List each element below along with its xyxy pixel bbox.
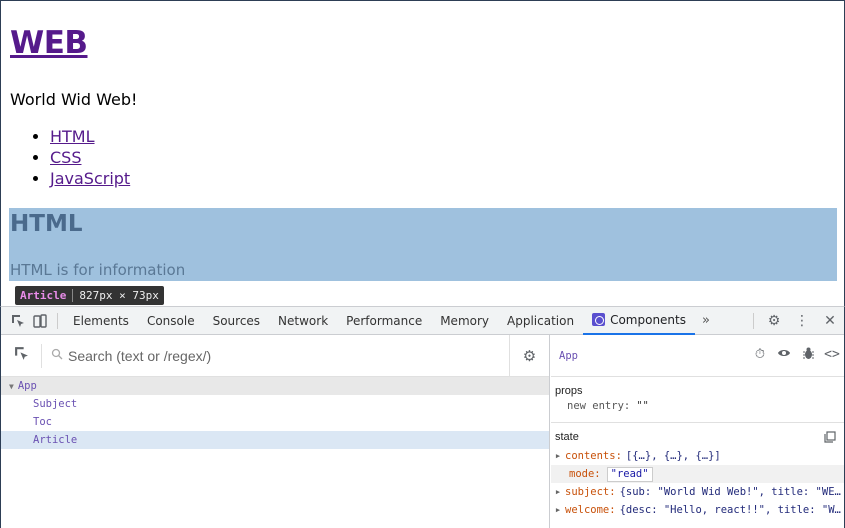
state-value: {desc: "Hello, react!!", title: "W… <box>619 504 841 516</box>
settings-gear-icon[interactable]: ⚙ <box>760 313 788 329</box>
collapse-triangle-icon[interactable]: ▼ <box>9 382 14 391</box>
article-heading: HTML <box>10 211 83 237</box>
article-text: HTML is for information <box>10 261 186 279</box>
search-icon <box>46 348 68 364</box>
inspector-actions: ⏱ <> <box>748 347 844 364</box>
state-row-subject[interactable]: ▶ subject: {sub: "World Wid Web!", title… <box>551 483 844 501</box>
state-key: subject <box>565 486 610 498</box>
prop-key: new entry <box>567 400 624 412</box>
tree-node-label: Article <box>33 434 78 446</box>
state-key: welcome <box>565 504 610 516</box>
toc-link-html[interactable]: HTML <box>50 127 95 146</box>
page-title: WEB <box>10 25 88 61</box>
state-value: {sub: "World Wid Web!", title: "WE… <box>619 486 841 498</box>
prop-value: "" <box>636 400 649 412</box>
search-input[interactable] <box>68 347 488 364</box>
tab-network[interactable]: Network <box>269 307 337 335</box>
tree-searchbar: ⚙ <box>1 335 549 377</box>
state-title: state <box>555 431 579 443</box>
inspector-panel: App ⏱ <> props new entry: "" state ▶ con… <box>551 335 844 528</box>
select-component-icon[interactable] <box>1 346 41 365</box>
state-key: mode <box>569 468 595 480</box>
inspected-component-name: App <box>559 349 578 362</box>
devtools-tabbar: Elements Console Sources Network Perform… <box>1 307 844 335</box>
component-tree: ▼ App Subject Toc Article <box>1 377 549 449</box>
kebab-menu-icon[interactable]: ⋮ <box>788 313 816 329</box>
tab-elements[interactable]: Elements <box>64 307 138 335</box>
component-tree-panel: ⚙ ▼ App Subject Toc Article <box>1 335 550 528</box>
toc-link-css[interactable]: CSS <box>50 148 81 167</box>
tab-components-label: Components <box>610 312 686 327</box>
tagline: World Wid Web! <box>10 90 138 109</box>
devtools-actions: ⚙ ⋮ ✕ <box>747 312 844 329</box>
props-section: props new entry: "" <box>551 377 844 423</box>
tab-application[interactable]: Application <box>498 307 583 335</box>
tree-node-label: Subject <box>33 398 78 410</box>
expand-triangle-icon[interactable]: ▶ <box>551 488 565 496</box>
devtools-panel: Elements Console Sources Network Perform… <box>0 306 845 528</box>
tree-node-article[interactable]: Article <box>1 431 549 449</box>
expand-triangle-icon[interactable]: ▶ <box>551 452 565 460</box>
toolbar-divider <box>57 312 58 329</box>
state-row-contents[interactable]: ▶ contents: [{…}, {…}, {…}] <box>551 447 844 465</box>
toc-link-javascript[interactable]: JavaScript <box>50 169 130 188</box>
search-divider <box>41 343 42 368</box>
props-title: props <box>555 385 583 397</box>
toolbar-divider <box>753 312 754 329</box>
state-section: state ▶ contents: [{…}, {…}, {…}] mode: … <box>551 423 844 519</box>
tab-console[interactable]: Console <box>138 307 204 335</box>
eye-icon[interactable] <box>772 347 796 364</box>
toc-list: HTML CSS JavaScript <box>50 126 130 189</box>
inspect-element-icon[interactable] <box>7 307 29 335</box>
tab-memory[interactable]: Memory <box>431 307 498 335</box>
element-tooltip: Article 827px × 73px <box>15 286 164 305</box>
toc-item: CSS <box>50 147 130 168</box>
state-row-mode[interactable]: mode: "read" <box>551 465 844 483</box>
tab-performance[interactable]: Performance <box>337 307 431 335</box>
stopwatch-icon[interactable]: ⏱ <box>748 347 772 364</box>
state-key: contents <box>565 450 616 462</box>
more-tabs-button[interactable]: » <box>695 313 717 328</box>
tree-node-label: Toc <box>33 416 52 428</box>
bug-icon[interactable] <box>796 347 820 364</box>
react-icon <box>592 313 606 326</box>
device-toolbar-icon[interactable] <box>29 307 51 335</box>
inspector-header: App ⏱ <> <box>551 335 844 377</box>
tree-node-toc[interactable]: Toc <box>1 413 549 431</box>
tab-sources[interactable]: Sources <box>204 307 269 335</box>
tooltip-dims: 827px × 73px <box>79 289 159 302</box>
tree-node-subject[interactable]: Subject <box>1 395 549 413</box>
tab-components[interactable]: Components <box>583 307 695 335</box>
state-value: [{…}, {…}, {…}] <box>625 450 721 462</box>
page-title-link[interactable]: WEB <box>10 25 88 61</box>
page-viewport: WEB World Wid Web! HTML CSS JavaScript H… <box>0 0 845 307</box>
view-source-icon[interactable]: <> <box>820 347 844 364</box>
copy-icon[interactable] <box>824 431 836 446</box>
tooltip-tag: Article <box>20 289 74 302</box>
state-row-welcome[interactable]: ▶ welcome: {desc: "Hello, react!!", titl… <box>551 501 844 519</box>
toc-item: JavaScript <box>50 168 130 189</box>
toc-item: HTML <box>50 126 130 147</box>
close-icon[interactable]: ✕ <box>816 313 844 329</box>
tree-settings-gear-icon[interactable]: ⚙ <box>509 335 549 377</box>
state-value-editor[interactable]: "read" <box>606 466 653 482</box>
expand-triangle-icon[interactable]: ▶ <box>551 506 565 514</box>
tree-node-app[interactable]: ▼ App <box>1 377 549 395</box>
article-highlighted: HTML HTML is for information <box>9 208 837 281</box>
prop-row[interactable]: new entry: "" <box>551 397 844 415</box>
tree-node-label: App <box>17 380 37 392</box>
